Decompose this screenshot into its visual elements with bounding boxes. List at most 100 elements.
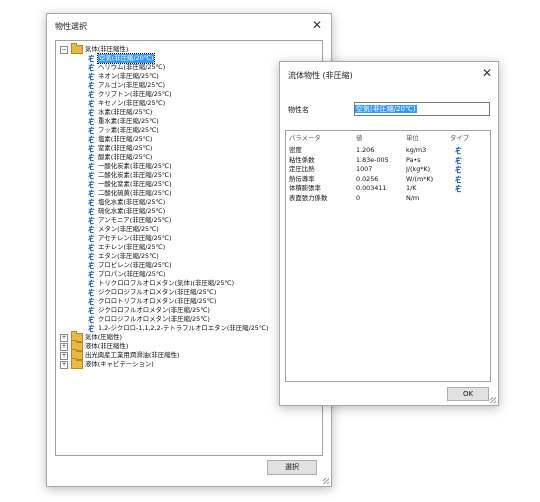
tree-item[interactable]: アルゴン(非圧縮/25℃) (60, 81, 269, 90)
tree-item-label: フッ素(非圧縮/25℃) (98, 126, 159, 134)
tree-item[interactable]: ジクロロジフルオロメタン(非圧縮/25℃) (60, 288, 269, 297)
collapse-icon[interactable]: − (60, 45, 68, 54)
tap-icon (88, 306, 95, 315)
tap-icon (88, 324, 95, 333)
name-field[interactable]: 空気(非圧縮/20℃) (354, 102, 490, 116)
tree-item-label: 二酸化炭素(非圧縮/25℃) (98, 171, 172, 179)
tree-group[interactable]: + 液体(非圧縮性) (60, 340, 269, 351)
tree-item[interactable]: フッ素(非圧縮/25℃) (60, 126, 269, 135)
cell-param: 粘性係数 (289, 155, 315, 164)
tree-group[interactable]: + 出光興産工業用潤滑油(非圧縮性) (60, 349, 269, 360)
expand-icon[interactable]: + (60, 342, 68, 351)
tree-item-label: 重水素(非圧縮/25℃) (98, 117, 159, 125)
tree-item[interactable]: 水素(非圧縮/25℃) (60, 108, 269, 117)
tap-icon (88, 243, 95, 252)
expand-icon[interactable]: + (60, 351, 68, 360)
tree-item[interactable]: アセチレン(非圧縮/25℃) (60, 234, 269, 243)
table-row[interactable]: 表面張力係数 0 N/m (286, 194, 490, 203)
cell-unit: kg/m3 (406, 146, 427, 154)
cell-value: 0.003411 (356, 184, 387, 192)
tap-icon (88, 54, 95, 63)
tree-item[interactable]: 塩化水素(非圧縮/25℃) (60, 198, 269, 207)
tree-item[interactable]: 1,2-ジクロロ-1,1,2,2-テトラフルオロエタン(非圧縮/25℃) (60, 324, 269, 333)
material-tree[interactable]: − 気体(非圧縮性) 空気(非圧縮/20℃) ヘリウム(非圧縮/25℃) ネオン(非圧縮… (60, 43, 269, 369)
cell-param: 密度 (289, 146, 302, 154)
table-row[interactable]: 熱伝導率 0.0256 W/(m*K) (286, 175, 490, 184)
resize-grip[interactable] (323, 478, 329, 484)
tree-item[interactable]: エチレン(非圧縮/25℃) (60, 243, 269, 252)
tree-item-label: 酸素(非圧縮/25℃) (98, 153, 153, 161)
close-button[interactable]: ✕ (312, 19, 322, 31)
tree-item[interactable]: アンモニア(非圧縮/25℃) (60, 216, 269, 225)
tap-icon (88, 162, 95, 171)
tree-item-label: 硫化水素(非圧縮/25℃) (98, 207, 166, 215)
cell-param: 定圧比熱 (289, 165, 315, 173)
tree-item[interactable]: クロロトリフルオロメタン(非圧縮/25℃) (60, 297, 269, 306)
property-table[interactable]: パラメータ 値 単位 タイプ 密度 1.206 kg/m3 粘性係数 1.83e-005… (285, 130, 491, 382)
tree-item-label: アセチレン(非圧縮/25℃) (98, 234, 172, 242)
tree-item[interactable]: ジクロロフルオロメタン(非圧縮/25℃) (60, 306, 269, 315)
tree-item-label: 二酸化硫黄(非圧縮/25℃) (98, 189, 172, 197)
column-header-value[interactable]: 値 (356, 134, 362, 143)
tree-item[interactable]: クリプトン(非圧縮/25℃) (60, 90, 269, 99)
table-row[interactable]: 粘性係数 1.83e-005 Pa•s (286, 156, 490, 165)
tap-icon (88, 297, 95, 306)
tree-item[interactable]: 塩素(非圧縮/25℃) (60, 135, 269, 144)
tree-item[interactable]: 一酸化炭素(非圧縮/25℃) (60, 162, 269, 171)
close-button[interactable]: ✕ (482, 67, 492, 79)
tree-item[interactable]: トリクロロフルオロメタン(気体)(非圧縮/25℃) (60, 279, 269, 288)
tree-item[interactable]: キセノン(非圧縮/25℃) (60, 99, 269, 108)
tap-icon (88, 153, 95, 162)
column-header-type[interactable]: タイプ (450, 134, 469, 143)
tree-item[interactable]: エタン(非圧縮/25℃) (60, 252, 269, 261)
cell-unit: 1/K (406, 184, 417, 192)
tree-item[interactable]: 一酸化窒素(非圧縮/25℃) (60, 180, 269, 189)
dialog-title: 物性選択 (55, 22, 87, 31)
tree-item[interactable]: 二酸化硫黄(非圧縮/25℃) (60, 189, 269, 198)
name-label: 物性名 (288, 106, 309, 114)
table-row[interactable]: 定圧比熱 1007 J/(kg*K) (286, 165, 490, 174)
tree-item[interactable]: 硫化水素(非圧縮/25℃) (60, 207, 269, 216)
cell-param: 体積膨張率 (289, 184, 321, 192)
tree-item[interactable]: 空気(非圧縮/20℃) (60, 53, 269, 64)
column-header-unit[interactable]: 単位 (406, 134, 419, 143)
tree-item-label: アルゴン(非圧縮/25℃) (98, 81, 165, 89)
tree-group-label: 気体(圧縮性) (85, 333, 122, 341)
expand-icon[interactable]: + (60, 333, 68, 342)
dialog-title: 流体物性 (非圧縮) (288, 71, 353, 80)
cell-value: 0 (356, 193, 361, 202)
tree-item[interactable]: 重水素(非圧縮/25℃) (60, 117, 269, 126)
select-button[interactable]: 選択 (267, 460, 317, 475)
table-row[interactable]: 体積膨張率 0.003411 1/K (286, 184, 490, 193)
tree-group[interactable]: + 液体(キャビテーション) (60, 358, 269, 369)
tree-item[interactable]: メタン(非圧縮/25℃) (60, 225, 269, 234)
tap-icon (88, 171, 95, 180)
tree-group[interactable]: − 気体(非圧縮性) (60, 43, 269, 54)
tree-group-label: 液体(非圧縮性) (85, 342, 129, 350)
resize-grip[interactable] (490, 397, 496, 403)
cell-value: 1.206 (356, 146, 375, 154)
tree-item-label: 1,2-ジクロロ-1,1,2,2-テトラフルオロエタン(非圧縮/25℃) (98, 324, 269, 332)
tree-item-label: 一酸化炭素(非圧縮/25℃) (98, 162, 172, 170)
tap-icon (88, 117, 95, 126)
cell-value: 0.0256 (356, 174, 379, 183)
tree-item[interactable]: 酸素(非圧縮/25℃) (60, 153, 269, 162)
table-row[interactable]: 密度 1.206 kg/m3 (286, 146, 490, 155)
tree-item[interactable]: クロロジフルオロメタン(非圧縮/25℃) (60, 315, 269, 324)
tree-item[interactable]: プロピレン(非圧縮/25℃) (60, 261, 269, 270)
tree-item-label: 空気(非圧縮/20℃) (96, 53, 156, 64)
tree-group[interactable]: + 気体(圧縮性) (60, 331, 269, 342)
tree-item-label: 塩素(非圧縮/25℃) (98, 135, 153, 143)
column-header-param[interactable]: パラメータ (289, 134, 321, 143)
tree-item[interactable]: ネオン(非圧縮/25℃) (60, 72, 269, 81)
tap-icon (88, 180, 95, 189)
tap-icon (88, 279, 95, 288)
ok-button[interactable]: OK (447, 387, 489, 401)
tree-item[interactable]: ヘリウム(非圧縮/25℃) (60, 63, 269, 72)
cell-unit: Pa•s (406, 155, 421, 164)
tree-item[interactable]: プロパン(非圧縮/25℃) (60, 270, 269, 279)
tree-item[interactable]: 二酸化炭素(非圧縮/25℃) (60, 171, 269, 180)
cell-unit: J/(kg*K) (406, 165, 431, 173)
tree-item[interactable]: 窒素(非圧縮/25℃) (60, 144, 269, 153)
expand-icon[interactable]: + (60, 360, 68, 369)
